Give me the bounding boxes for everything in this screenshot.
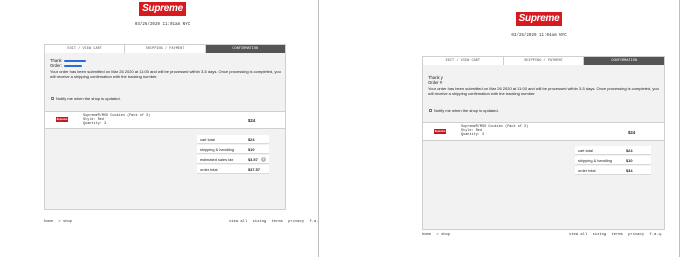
checkout-box: EDIT / VIEW CART SHIPPING / PAYMENT CONF… [422, 56, 665, 230]
notify-checkbox[interactable] [51, 97, 54, 100]
notify-checkbox[interactable] [429, 109, 432, 112]
totals-row-shipping: shipping & handling $10 [575, 156, 651, 165]
product-thumbnail: Supreme [56, 117, 68, 122]
product-price: $24 [248, 118, 256, 123]
footer-breadcrumb: home > shop [422, 233, 453, 237]
notify-label: Notify me when the shop is updated. [434, 108, 499, 113]
order-item-row: Supreme Supreme®/MSO Cookies (Pack of 3)… [423, 122, 664, 141]
tab-confirmation[interactable]: CONFIRMATION [584, 57, 665, 65]
order-submitted-text: Your order has been submitted on Mar 26 … [428, 86, 659, 96]
order-totals: cart total $24 shipping & handling $10 o… [575, 146, 651, 176]
footer-link-home[interactable]: home [44, 220, 53, 224]
order-line: Order: [50, 63, 281, 68]
supreme-logo[interactable]: Supreme [139, 2, 186, 16]
tab-shipping-payment[interactable]: SHIPPING / PAYMENT [125, 45, 206, 53]
footer-link-terms[interactable]: terms [611, 233, 622, 237]
footer-link-shop[interactable]: > shop [58, 220, 72, 224]
footer-link-privacy[interactable]: privacy [628, 233, 644, 237]
notify-option[interactable]: Notify me when the shop is updated. [51, 96, 121, 101]
product-thumbnail: Supreme [434, 129, 446, 134]
footer-link-faq[interactable]: f.a.q. [649, 233, 663, 237]
footer-link-shop[interactable]: > shop [436, 233, 450, 237]
tab-confirmation[interactable]: CONFIRMATION [205, 45, 285, 53]
tab-shipping-payment[interactable]: SHIPPING / PAYMENT [503, 57, 585, 65]
footer-link-sizing[interactable]: sizing [593, 233, 607, 237]
product-price: $24 [628, 130, 636, 135]
redacted-scribble [63, 64, 82, 67]
timestamp: 03/26/2020 11:01am NYC [134, 23, 191, 27]
product-details: Supreme®/MSO Cookies (Pack of 3) Style: … [461, 125, 528, 137]
order-totals: cart total $24 shipping & handling $10 e… [197, 135, 269, 175]
totals-row-shipping: shipping & handling $10 [197, 145, 269, 154]
checkout-tabs: EDIT / VIEW CART SHIPPING / PAYMENT CONF… [45, 45, 285, 53]
totals-row-tax: estimated sales tax $3.57 i [197, 155, 269, 164]
product-quantity: Quantity: 3 [461, 133, 485, 137]
order-line: Order # [428, 80, 443, 85]
confirmation-message: Thank Order: Your order has been submitt… [50, 58, 281, 79]
timestamp: 03/26/2020 11:04am NYC [511, 34, 567, 38]
totals-row-cart: cart total $24 [197, 135, 269, 144]
notify-label: Notify me when the shop is updated. [56, 96, 121, 101]
totals-row-cart: cart total $24 [575, 146, 651, 155]
footer-link-privacy[interactable]: privacy [288, 220, 304, 224]
right-screenshot-panel: Supreme 03/26/2020 11:04am NYC EDIT / VI… [318, 0, 680, 257]
footer-link-view-all[interactable]: view all [569, 233, 587, 237]
totals-row-order-total: order total $34 [575, 166, 651, 175]
checkout-tabs: EDIT / VIEW CART SHIPPING / PAYMENT CONF… [423, 57, 665, 65]
order-item-row: Supreme Supreme®/MSO Cookies (Pack of 3)… [45, 111, 285, 129]
totals-row-order-total: order total $37.57 [197, 165, 269, 174]
confirmation-message: Thank y Order # Your order has been subm… [428, 75, 660, 96]
product-details: Supreme®/MSO Cookies (Pack of 3) Style: … [83, 114, 150, 126]
supreme-logo[interactable]: Supreme [516, 12, 562, 26]
tab-edit-view-cart[interactable]: EDIT / VIEW CART [45, 45, 126, 53]
order-submitted-text: Your order has been submitted on Mar 26 … [50, 69, 281, 79]
checkout-box: EDIT / VIEW CART SHIPPING / PAYMENT CONF… [44, 44, 286, 210]
footer-link-view-all[interactable]: view all [229, 220, 247, 224]
info-icon[interactable]: i [261, 156, 266, 162]
tab-edit-view-cart[interactable]: EDIT / VIEW CART [423, 57, 504, 65]
left-screenshot-panel: Supreme 03/26/2020 11:01am NYC EDIT / VI… [0, 0, 330, 257]
notify-option[interactable]: Notify me when the shop is updated. [429, 108, 499, 113]
footer-link-home[interactable]: home [422, 233, 431, 237]
product-quantity: Quantity: 3 [83, 122, 107, 126]
redacted-scribble [63, 59, 86, 62]
footer-links: view all sizing terms privacy f.a.q. [569, 233, 666, 237]
footer-links: view all sizing terms privacy f.a.q. [229, 220, 326, 224]
footer-link-sizing[interactable]: sizing [253, 220, 267, 224]
footer-link-terms[interactable]: terms [271, 220, 282, 224]
footer-breadcrumb: home > shop [44, 220, 75, 224]
